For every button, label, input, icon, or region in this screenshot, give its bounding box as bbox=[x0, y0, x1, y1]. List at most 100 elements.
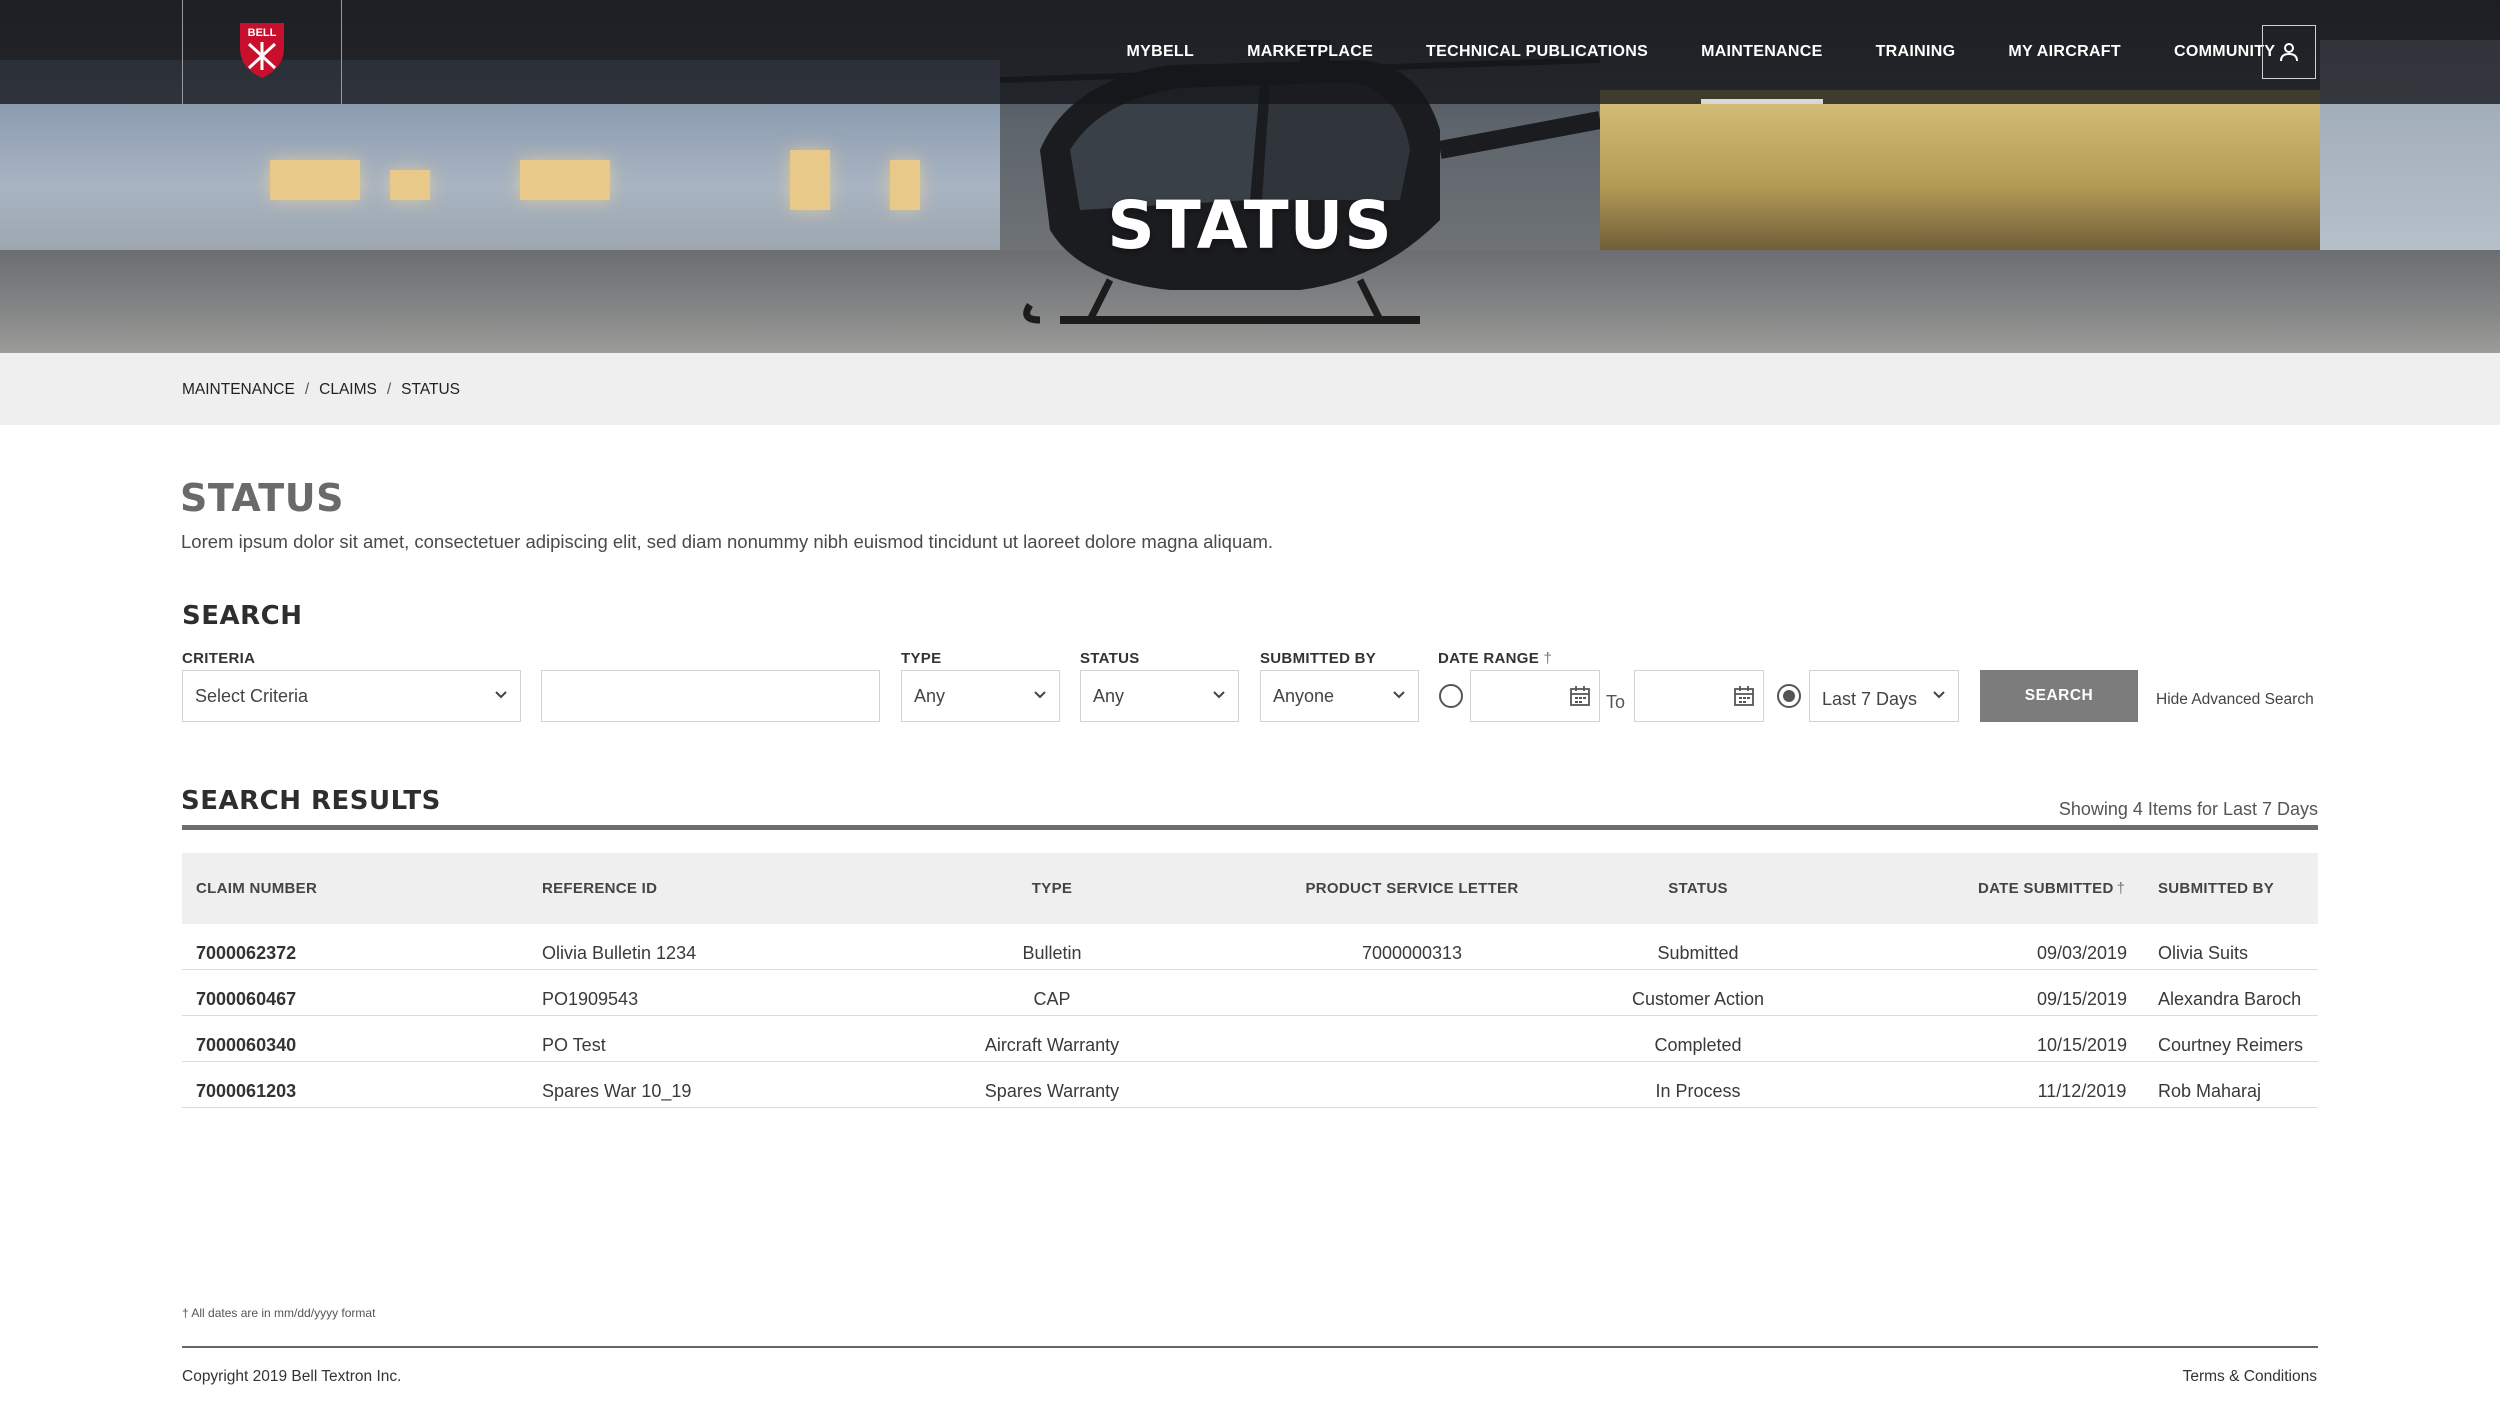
col-submitted-by[interactable]: SUBMITTED BY bbox=[2158, 853, 2274, 924]
table-row[interactable]: 7000061203 Spares War 10_19 Spares Warra… bbox=[182, 1062, 2318, 1108]
cell-reference-id: Spares War 10_19 bbox=[542, 1081, 692, 1101]
criteria-label: CRITERIA bbox=[182, 650, 256, 667]
table-row[interactable]: 7000062372 Olivia Bulletin 1234 Bulletin… bbox=[182, 924, 2318, 970]
calendar-icon[interactable] bbox=[1733, 685, 1755, 707]
cell-type: Bulletin bbox=[1022, 943, 1082, 963]
col-status[interactable]: STATUS bbox=[1548, 853, 1848, 924]
criteria-text-input[interactable] bbox=[541, 670, 880, 722]
submitted-by-select[interactable]: Anyone bbox=[1260, 670, 1419, 722]
hide-advanced-search-link[interactable]: Hide Advanced Search bbox=[2156, 691, 2314, 709]
table-row[interactable]: 7000060467 PO1909543 CAP Customer Action… bbox=[182, 970, 2318, 1016]
nav-item-mybell[interactable]: MYBELL bbox=[1100, 0, 1221, 104]
type-label: TYPE bbox=[901, 650, 942, 667]
cell-claim-number[interactable]: 7000061203 bbox=[196, 1062, 296, 1108]
submitted-by-select-value: Anyone bbox=[1273, 685, 1335, 706]
cell-product-service-letter: 7000000313 bbox=[1361, 943, 1463, 963]
cell-product-service-letter bbox=[1262, 1016, 1562, 1062]
breadcrumb-status: STATUS bbox=[401, 381, 461, 398]
results-table: CLAIM NUMBER REFERENCE ID TYPE PRODUCT S… bbox=[182, 853, 2318, 1108]
date-range-to-label: To bbox=[1606, 692, 1626, 712]
bell-logo-icon: BELL bbox=[240, 23, 284, 78]
date-preset-value: Last 7 Days bbox=[1822, 688, 1918, 709]
date-preset-select[interactable]: Last 7 Days bbox=[1809, 670, 1959, 722]
cell-date-submitted: 10/15/2019 bbox=[2036, 1035, 2128, 1055]
submitted-by-label: SUBMITTED BY bbox=[1260, 650, 1377, 667]
cell-submitted-by: Courtney Reimers bbox=[2158, 1035, 2304, 1055]
criteria-select[interactable]: Select Criteria bbox=[182, 670, 521, 722]
cell-type: Spares Warranty bbox=[984, 1081, 1120, 1101]
breadcrumb-bar: MAINTENANCE / CLAIMS / STATUS bbox=[0, 353, 2500, 425]
col-type[interactable]: TYPE bbox=[902, 853, 1202, 924]
logo[interactable]: BELL bbox=[182, 0, 342, 104]
cell-product-service-letter bbox=[1262, 970, 1562, 1016]
date-range-dagger: † bbox=[1543, 650, 1553, 667]
status-label: STATUS bbox=[1080, 650, 1140, 667]
date-range-label: DATE RANGE † bbox=[1438, 650, 1552, 667]
chevron-down-icon bbox=[1933, 691, 1945, 699]
status-select[interactable]: Any bbox=[1080, 670, 1239, 722]
cell-submitted-by: Alexandra Baroch bbox=[2158, 989, 2302, 1009]
cell-claim-number[interactable]: 7000060467 bbox=[196, 970, 296, 1016]
top-navigation: BELL MYBELL MARKETPLACE TECHNICAL PUBLIC… bbox=[0, 0, 2500, 104]
calendar-icon[interactable] bbox=[1569, 685, 1591, 707]
cell-reference-id: PO1909543 bbox=[542, 989, 639, 1009]
date-submitted-dagger: † bbox=[2116, 880, 2126, 897]
cell-status: Customer Action bbox=[1631, 989, 1765, 1009]
chevron-down-icon bbox=[1213, 691, 1225, 699]
nav-menu: MYBELL MARKETPLACE TECHNICAL PUBLICATION… bbox=[1100, 0, 2302, 104]
nav-item-marketplace[interactable]: MARKETPLACE bbox=[1221, 0, 1400, 104]
terms-link[interactable]: Terms & Conditions bbox=[2183, 1368, 2317, 1386]
date-to-input[interactable] bbox=[1634, 670, 1764, 722]
cell-date-submitted: 11/12/2019 bbox=[2037, 1081, 2127, 1101]
table-row[interactable]: 7000060340 PO Test Aircraft Warranty Com… bbox=[182, 1016, 2318, 1062]
status-select-value: Any bbox=[1093, 685, 1125, 706]
date-range-custom-radio[interactable] bbox=[1439, 684, 1463, 708]
col-date-submitted-text: DATE SUBMITTED bbox=[1978, 880, 2114, 897]
type-select-value: Any bbox=[914, 685, 946, 706]
user-account-button[interactable] bbox=[2262, 25, 2316, 79]
cell-product-service-letter bbox=[1262, 1062, 1562, 1108]
nav-item-my-aircraft[interactable]: MY AIRCRAFT bbox=[1982, 0, 2148, 104]
cell-status: Completed bbox=[1654, 1035, 1742, 1055]
search-results-heading: SEARCH RESULTS bbox=[181, 786, 441, 816]
hero-title: STATUS bbox=[1107, 187, 1393, 264]
cell-claim-number[interactable]: 7000060340 bbox=[196, 1016, 296, 1062]
page-title: STATUS bbox=[180, 476, 344, 520]
search-button[interactable]: SEARCH bbox=[1980, 670, 2138, 722]
breadcrumb-separator: / bbox=[386, 381, 392, 398]
chevron-down-icon bbox=[1393, 691, 1405, 699]
cell-submitted-by: Olivia Suits bbox=[2158, 943, 2249, 963]
results-divider bbox=[182, 825, 2318, 830]
cell-status: In Process bbox=[1655, 1081, 1741, 1101]
breadcrumb-claims[interactable]: CLAIMS bbox=[319, 381, 377, 399]
cell-type: CAP bbox=[1033, 989, 1071, 1009]
type-select[interactable]: Any bbox=[901, 670, 1060, 722]
copyright: Copyright 2019 Bell Textron Inc. bbox=[182, 1368, 402, 1385]
nav-item-maintenance[interactable]: MAINTENANCE bbox=[1675, 0, 1850, 104]
criteria-select-value: Select Criteria bbox=[195, 685, 309, 706]
date-range-preset-radio[interactable] bbox=[1777, 684, 1801, 708]
col-date-submitted-label[interactable]: DATE SUBMITTED † bbox=[1978, 853, 2125, 924]
nav-item-training[interactable]: TRAINING bbox=[1849, 0, 1982, 104]
col-product-service-letter[interactable]: PRODUCT SERVICE LETTER bbox=[1262, 853, 1562, 924]
nav-item-technical-publications[interactable]: TECHNICAL PUBLICATIONS bbox=[1400, 0, 1675, 104]
date-from-input[interactable] bbox=[1470, 670, 1600, 722]
cell-date-submitted: 09/03/2019 bbox=[2036, 943, 2128, 963]
breadcrumb-maintenance[interactable]: MAINTENANCE bbox=[182, 381, 295, 399]
results-summary: Showing 4 Items for Last 7 Days bbox=[2058, 799, 2318, 819]
breadcrumb: MAINTENANCE / CLAIMS / STATUS bbox=[182, 381, 460, 399]
date-range-label-text: DATE RANGE bbox=[1438, 650, 1540, 667]
date-format-footnote: † All dates are in mm/dd/yyyy format bbox=[182, 1306, 376, 1320]
col-reference-id[interactable]: REFERENCE ID bbox=[542, 853, 657, 924]
user-icon bbox=[2280, 43, 2298, 62]
chevron-down-icon bbox=[1034, 691, 1046, 699]
breadcrumb-separator: / bbox=[304, 381, 310, 398]
search-heading: SEARCH bbox=[182, 601, 303, 631]
table-header: CLAIM NUMBER REFERENCE ID TYPE PRODUCT S… bbox=[182, 853, 2318, 924]
cell-reference-id: Olivia Bulletin 1234 bbox=[542, 943, 697, 963]
cell-reference-id: PO Test bbox=[542, 1035, 606, 1055]
footer-divider bbox=[182, 1346, 2318, 1348]
col-claim-number[interactable]: CLAIM NUMBER bbox=[196, 853, 317, 924]
cell-claim-number[interactable]: 7000062372 bbox=[196, 924, 296, 970]
cell-status: Submitted bbox=[1657, 943, 1739, 963]
